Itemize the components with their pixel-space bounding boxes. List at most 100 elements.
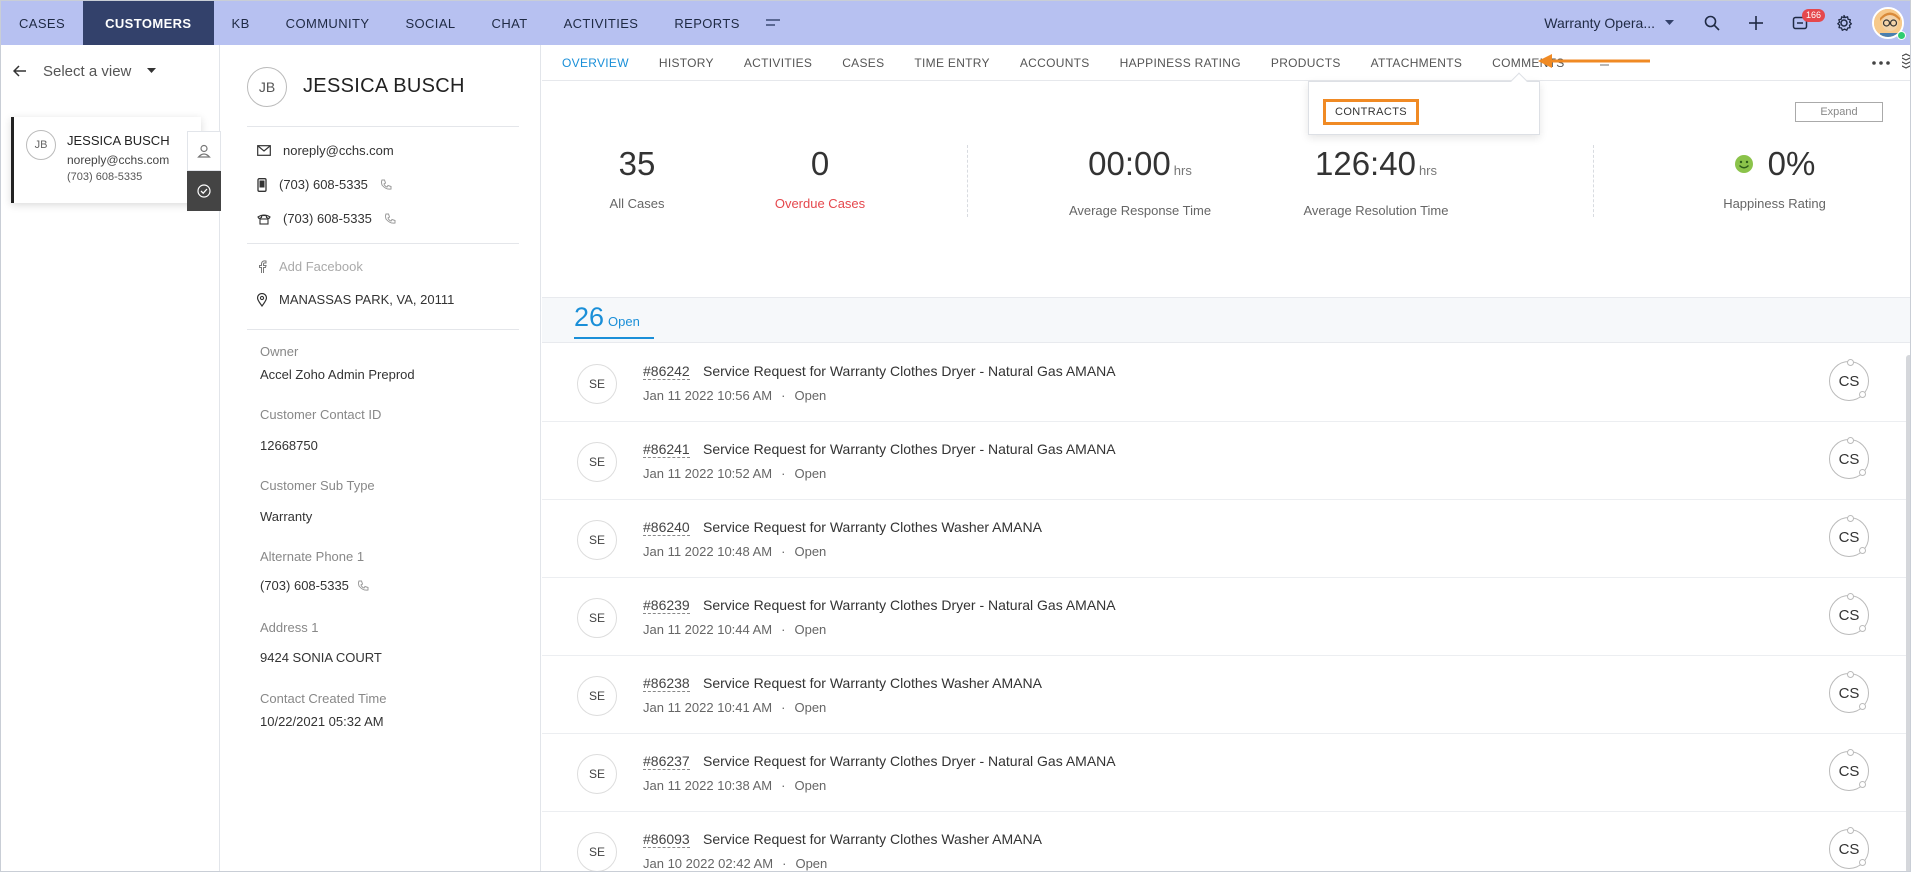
nav-activities[interactable]: ACTIVITIES xyxy=(546,1,657,45)
notification-icon[interactable]: 166 xyxy=(1778,1,1826,45)
ticket-subject[interactable]: Service Request for Warranty Clothes Dry… xyxy=(703,441,1116,457)
ticket-id[interactable]: #86242 xyxy=(643,363,690,380)
ticket-status: Open xyxy=(794,622,827,637)
tab-time-entry[interactable]: TIME ENTRY xyxy=(914,45,989,81)
ticket-row[interactable]: SE #86239 Service Request for Warranty C… xyxy=(542,578,1910,656)
nav-cases[interactable]: CASES xyxy=(1,1,83,45)
tab-overview[interactable]: OVERVIEW xyxy=(562,45,629,81)
nav-social[interactable]: SOCIAL xyxy=(387,1,473,45)
field-value-owner: Accel Zoho Admin Preprod xyxy=(260,367,415,382)
ticket-row[interactable]: SE #86093 Service Request for Warranty C… xyxy=(542,812,1910,871)
address-value: MANASSAS PARK, VA, 20111 xyxy=(279,292,455,307)
ticket-row[interactable]: SE #86241 Service Request for Warranty C… xyxy=(542,422,1910,500)
avatar: SE xyxy=(577,364,617,404)
nav-kb[interactable]: KB xyxy=(214,1,268,45)
call-icon[interactable] xyxy=(357,580,369,592)
tab-history[interactable]: HISTORY xyxy=(659,45,714,81)
stat-avg-response: 00:00 hrs Average Response Time xyxy=(1055,144,1225,218)
ticket-meta: Jan 11 2022 10:56 AM · Open xyxy=(643,388,827,403)
expand-button[interactable]: Expand xyxy=(1795,102,1883,122)
agent-avatar[interactable]: CS xyxy=(1829,671,1869,713)
agent-avatar[interactable]: CS xyxy=(1829,593,1869,635)
ticket-row[interactable]: SE #86237 Service Request for Warranty C… xyxy=(542,734,1910,812)
contact-tab[interactable] xyxy=(187,131,221,171)
email-value[interactable]: noreply@cchs.com xyxy=(283,143,394,158)
scrollbar[interactable] xyxy=(1906,355,1910,871)
tab-happiness-rating[interactable]: HAPPINESS RATING xyxy=(1120,45,1241,81)
ticket-meta: Jan 11 2022 10:44 AM · Open xyxy=(643,622,827,637)
agent-avatar[interactable]: CS xyxy=(1829,749,1869,791)
ticket-id[interactable]: #86237 xyxy=(643,753,690,770)
ticket-id[interactable]: #86241 xyxy=(643,441,690,458)
ticket-id[interactable]: #86093 xyxy=(643,831,690,848)
ticket-subject[interactable]: Service Request for Warranty Clothes Was… xyxy=(703,519,1042,535)
plus-icon[interactable] xyxy=(1734,1,1778,45)
stat-all-cases[interactable]: 35 All Cases xyxy=(587,144,687,211)
ticket-time: Jan 11 2022 10:38 AM xyxy=(643,778,773,793)
ticket-id[interactable]: #86238 xyxy=(643,675,690,692)
stats-divider xyxy=(1593,145,1594,217)
field-label-owner: Owner xyxy=(260,344,299,359)
stat-happiness[interactable]: 0% Happiness Rating xyxy=(1692,144,1857,211)
view-selector[interactable]: Select a view xyxy=(1,45,219,97)
department-selector[interactable]: Warranty Opera... xyxy=(1528,1,1690,45)
telephone-icon xyxy=(257,213,271,225)
location-pin-icon xyxy=(257,292,267,307)
tab-products[interactable]: PRODUCTS xyxy=(1271,45,1341,81)
stat-overdue-cases[interactable]: 0 Overdue Cases xyxy=(760,144,880,211)
nav-more-icon[interactable] xyxy=(758,1,788,45)
more-options-icon[interactable] xyxy=(1872,45,1890,81)
nav-reports[interactable]: REPORTS xyxy=(656,1,757,45)
ticket-subject[interactable]: Service Request for Warranty Clothes Dry… xyxy=(703,753,1116,769)
all-cases-count: 35 xyxy=(618,145,656,182)
tab-attachments[interactable]: ATTACHMENTS xyxy=(1371,45,1463,81)
back-arrow-icon[interactable] xyxy=(13,65,27,77)
stats-divider xyxy=(967,145,968,217)
ticket-row[interactable]: SE #86240 Service Request for Warranty C… xyxy=(542,500,1910,578)
ticket-subject[interactable]: Service Request for Warranty Clothes Dry… xyxy=(703,597,1116,613)
gear-icon[interactable] xyxy=(1822,1,1866,45)
view-selector-label: Select a view xyxy=(43,62,132,80)
call-icon[interactable] xyxy=(380,179,392,191)
top-navigation: CASES CUSTOMERS KB COMMUNITY SOCIAL CHAT… xyxy=(1,1,1910,45)
ticket-row[interactable]: SE #86238 Service Request for Warranty C… xyxy=(542,656,1910,734)
open-cases-tab[interactable]: 26 Open xyxy=(574,302,654,339)
ticket-id[interactable]: #86240 xyxy=(643,519,690,536)
ticket-id[interactable]: #86239 xyxy=(643,597,690,614)
ticket-status: Open xyxy=(795,856,828,871)
tab-activities[interactable]: ACTIVITIES xyxy=(744,45,812,81)
call-icon[interactable] xyxy=(384,213,396,225)
ticket-row[interactable]: SE #86242 Service Request for Warranty C… xyxy=(542,344,1910,422)
agent-avatar[interactable]: CS xyxy=(1829,827,1869,869)
nav-chat[interactable]: CHAT xyxy=(474,1,546,45)
ticket-meta: Jan 11 2022 10:41 AM · Open xyxy=(643,700,827,715)
department-name: Warranty Opera... xyxy=(1544,15,1655,31)
phone-value: (703) 608-5335 xyxy=(279,177,368,192)
tab-contracts[interactable]: CONTRACTS xyxy=(1323,99,1420,125)
nav-customers[interactable]: CUSTOMERS xyxy=(83,1,214,45)
layers-icon[interactable] xyxy=(1898,53,1910,74)
ticket-subject[interactable]: Service Request for Warranty Clothes Dry… xyxy=(703,363,1116,379)
avatar: SE xyxy=(577,754,617,794)
ticket-subject[interactable]: Service Request for Warranty Clothes Was… xyxy=(703,831,1042,847)
agent-avatar[interactable]: CS xyxy=(1829,359,1869,401)
ticket-time: Jan 11 2022 10:52 AM xyxy=(643,466,773,481)
agent-avatar[interactable]: CS xyxy=(1829,437,1869,479)
side-tabs xyxy=(187,131,221,211)
ticket-time: Jan 11 2022 10:44 AM xyxy=(643,622,773,637)
divider xyxy=(247,329,519,330)
phone-row: (703) 608-5335 xyxy=(257,177,392,192)
customer-list-item[interactable]: JB JESSICA BUSCH noreply@cchs.com (703) … xyxy=(11,117,201,203)
tab-cases[interactable]: CASES xyxy=(842,45,884,81)
chevron-down-icon xyxy=(147,68,157,73)
tab-accounts[interactable]: ACCOUNTS xyxy=(1020,45,1090,81)
agent-avatar[interactable]: CS xyxy=(1829,515,1869,557)
add-facebook-link[interactable]: Add Facebook xyxy=(279,259,363,274)
search-icon[interactable] xyxy=(1690,1,1734,45)
nav-community[interactable]: COMMUNITY xyxy=(268,1,388,45)
field-value-alt-phone: (703) 608-5335 xyxy=(260,578,349,593)
tasks-tab[interactable] xyxy=(187,171,221,211)
ticket-subject[interactable]: Service Request for Warranty Clothes Was… xyxy=(703,675,1042,691)
ticket-time: Jan 10 2022 02:42 AM xyxy=(643,856,774,871)
alt-phone-row: (703) 608-5335 xyxy=(260,578,369,593)
